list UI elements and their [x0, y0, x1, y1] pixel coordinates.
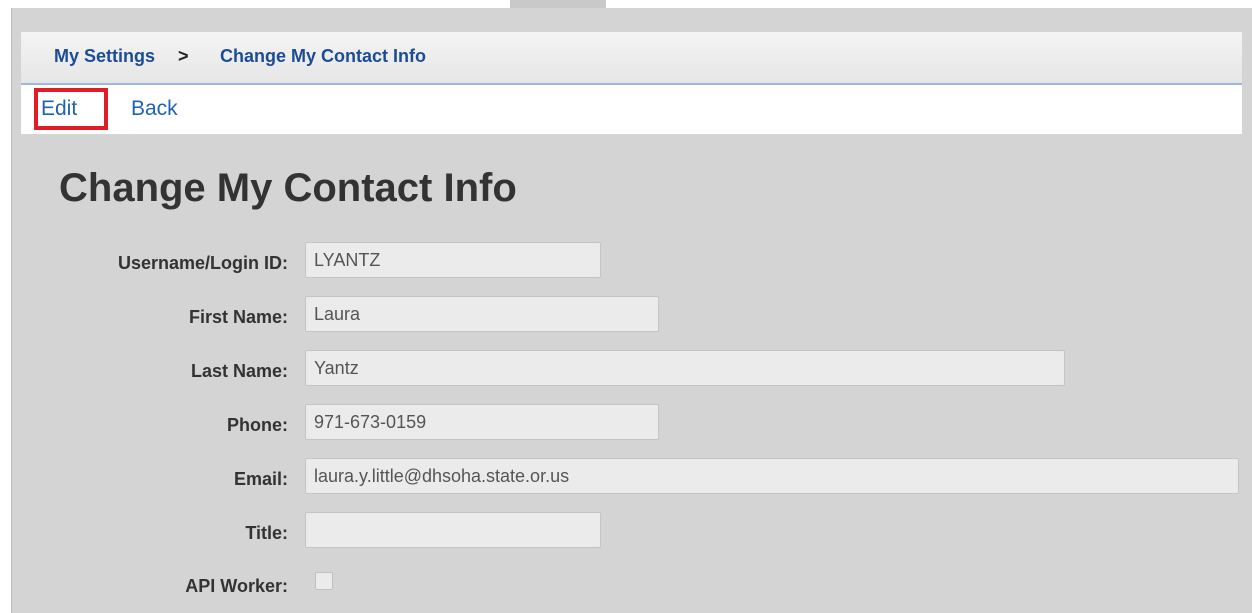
- breadcrumb-separator: >: [178, 46, 189, 66]
- first-name-field[interactable]: [305, 296, 659, 332]
- edit-link[interactable]: Edit: [41, 97, 77, 121]
- action-bar: Edit Back: [21, 85, 1242, 134]
- username-field[interactable]: [305, 242, 601, 278]
- title-field[interactable]: [305, 512, 601, 548]
- top-strip: [0, 0, 1252, 8]
- breadcrumb: My Settings > Change My Contact Info: [21, 32, 1242, 85]
- first-name-label: First Name:: [188, 307, 288, 327]
- breadcrumb-current[interactable]: Change My Contact Info: [220, 46, 426, 67]
- phone-field[interactable]: [305, 404, 659, 440]
- api-worker-label: API Worker:: [185, 576, 288, 596]
- api-worker-checkbox[interactable]: [315, 572, 333, 590]
- last-name-label: Last Name:: [190, 361, 288, 381]
- email-label: Email:: [233, 469, 288, 489]
- email-field[interactable]: [305, 458, 1239, 494]
- page-title: Change My Contact Info: [59, 166, 517, 210]
- username-label: Username/Login ID:: [117, 253, 288, 273]
- title-label: Title:: [245, 523, 288, 543]
- back-link[interactable]: Back: [131, 97, 178, 121]
- phone-label: Phone:: [227, 415, 288, 435]
- breadcrumb-my-settings[interactable]: My Settings: [54, 46, 155, 67]
- last-name-field[interactable]: [305, 350, 1065, 386]
